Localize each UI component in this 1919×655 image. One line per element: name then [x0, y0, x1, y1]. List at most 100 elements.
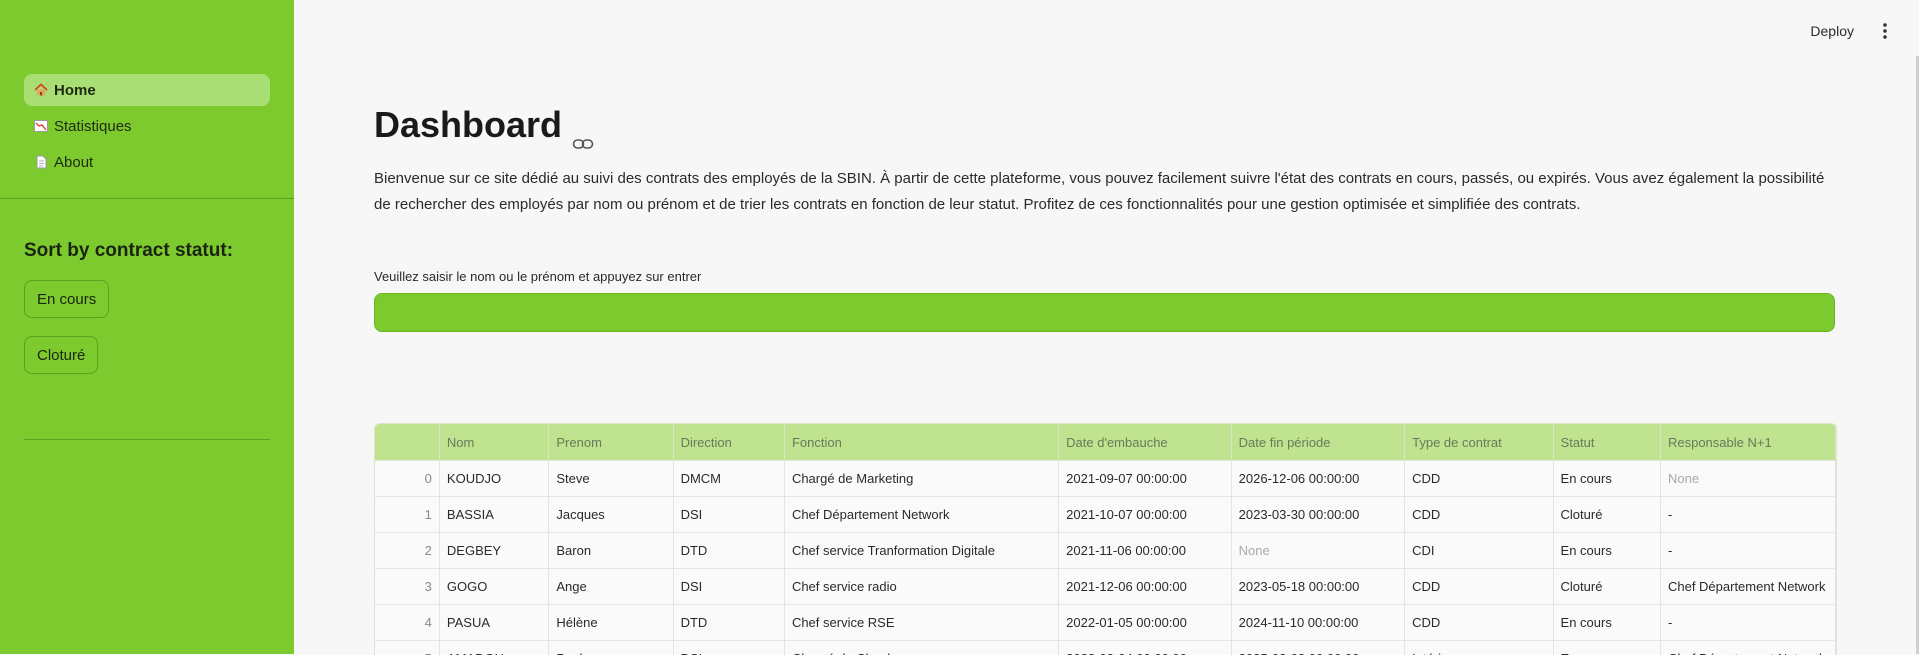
table-cell: DSI [673, 641, 784, 655]
table-cell: 2023-05-18 00:00:00 [1231, 569, 1404, 605]
page-title-text: Dashboard [374, 104, 562, 146]
table-cell: En cours [1553, 641, 1660, 655]
table-cell: DTD [673, 533, 784, 569]
table-cell: En cours [1553, 533, 1660, 569]
table-cell: DSI [673, 569, 784, 605]
table-cell: 2025-02-08 00:00:00 [1231, 641, 1404, 655]
table-cell: Chef Département Network [1660, 641, 1835, 655]
table-cell: En cours [1553, 605, 1660, 641]
row-index: 1 [375, 497, 439, 533]
table-cell: None [1231, 533, 1404, 569]
table-cell: CDD [1405, 605, 1553, 641]
table-cell: Cloturé [1553, 497, 1660, 533]
row-index: 5 [375, 641, 439, 655]
sidebar-divider [24, 439, 270, 440]
table-cell: 2021-09-07 00:00:00 [1059, 461, 1231, 497]
table-cell: AMADOU [439, 641, 548, 655]
table-cell: CDI [1405, 533, 1553, 569]
column-header[interactable]: Prenom [549, 424, 673, 461]
column-header[interactable]: Fonction [784, 424, 1058, 461]
table-cell: Hélène [549, 605, 673, 641]
table-cell: KOUDJO [439, 461, 548, 497]
sort-en-cours-button[interactable]: En cours [24, 280, 109, 318]
column-header[interactable]: Nom [439, 424, 548, 461]
column-header[interactable]: Type de contrat [1405, 424, 1553, 461]
column-header[interactable] [375, 424, 439, 461]
table-cell: 2022-02-04 00:00:00 [1059, 641, 1231, 655]
sidebar-item-statistiques[interactable]: Statistiques [24, 110, 270, 142]
search-input[interactable] [374, 293, 1835, 332]
table-cell: 2023-03-30 00:00:00 [1231, 497, 1404, 533]
intro-text: Bienvenue sur ce site dédié au suivi des… [374, 166, 1834, 218]
table-cell: CDD [1405, 461, 1553, 497]
table-row[interactable]: 5AMADOUPaulDSIChargé de Cloud2022-02-04 … [375, 641, 1836, 655]
search-label: Veuillez saisir le nom ou le prénom et a… [374, 269, 701, 284]
table-cell: Jacques [549, 497, 673, 533]
table-cell: PASUA [439, 605, 548, 641]
sidebar-item-label: About [54, 154, 93, 171]
table-cell: DTD [673, 605, 784, 641]
table-row[interactable]: 4PASUAHélèneDTDChef service RSE2022-01-0… [375, 605, 1836, 641]
table-cell: Chargé de Marketing [784, 461, 1058, 497]
table-cell: - [1660, 497, 1835, 533]
table-row[interactable]: 1BASSIAJacquesDSIChef Département Networ… [375, 497, 1836, 533]
column-header[interactable]: Date d'embauche [1059, 424, 1231, 461]
sidebar-item-label: Home [54, 82, 96, 99]
sort-title: Sort by contract statut: [24, 240, 233, 262]
table-cell: CDD [1405, 497, 1553, 533]
chart-icon [34, 119, 48, 133]
table-cell: Chef service RSE [784, 605, 1058, 641]
column-header[interactable]: Responsable N+1 [1660, 424, 1835, 461]
table-cell: 2024-11-10 00:00:00 [1231, 605, 1404, 641]
row-index: 4 [375, 605, 439, 641]
table-cell: En cours [1553, 461, 1660, 497]
column-header[interactable]: Date fin période [1231, 424, 1404, 461]
link-icon[interactable] [572, 118, 594, 132]
table-cell: Cloturé [1553, 569, 1660, 605]
table-row[interactable]: 0KOUDJOSteveDMCMChargé de Marketing2021-… [375, 461, 1836, 497]
sidebar: Home Statistiques About Sort by contract… [0, 0, 294, 654]
sidebar-divider [0, 198, 294, 199]
table-row[interactable]: 3GOGOAngeDSIChef service radio2021-12-06… [375, 569, 1836, 605]
table-cell: - [1660, 605, 1835, 641]
table-cell: DEGBEY [439, 533, 548, 569]
table-cell: Chef service radio [784, 569, 1058, 605]
sidebar-nav: Home Statistiques About [24, 74, 270, 182]
table-row[interactable]: 2DEGBEYBaronDTDChef service Tranformatio… [375, 533, 1836, 569]
table-cell: Paul [549, 641, 673, 655]
table-header-row: NomPrenomDirectionFonctionDate d'embauch… [375, 424, 1836, 461]
table-cell: Steve [549, 461, 673, 497]
table-cell: Ange [549, 569, 673, 605]
table-cell: None [1660, 461, 1835, 497]
table-body: 0KOUDJOSteveDMCMChargé de Marketing2021-… [375, 461, 1836, 655]
table-cell: CDD [1405, 569, 1553, 605]
table-cell: Intérim [1405, 641, 1553, 655]
sidebar-item-about[interactable]: About [24, 146, 270, 178]
table-cell: DMCM [673, 461, 784, 497]
table-cell: 2021-12-06 00:00:00 [1059, 569, 1231, 605]
column-header[interactable]: Statut [1553, 424, 1660, 461]
contracts-table: NomPrenomDirectionFonctionDate d'embauch… [374, 423, 1837, 655]
sidebar-item-home[interactable]: Home [24, 74, 270, 106]
table-cell: Baron [549, 533, 673, 569]
sidebar-item-label: Statistiques [54, 118, 132, 135]
house-icon [34, 83, 48, 97]
table-cell: Chef service Tranformation Digitale [784, 533, 1058, 569]
table-cell: 2026-12-06 00:00:00 [1231, 461, 1404, 497]
row-index: 3 [375, 569, 439, 605]
row-index: 0 [375, 461, 439, 497]
table-cell: BASSIA [439, 497, 548, 533]
table-cell: GOGO [439, 569, 548, 605]
deploy-button[interactable]: Deploy [1810, 23, 1854, 39]
table-cell: 2022-01-05 00:00:00 [1059, 605, 1231, 641]
table-cell: Chef Département Network [784, 497, 1058, 533]
table-cell: 2021-10-07 00:00:00 [1059, 497, 1231, 533]
data-table: NomPrenomDirectionFonctionDate d'embauch… [375, 424, 1836, 655]
sort-cloture-button[interactable]: Cloturé [24, 336, 98, 374]
column-header[interactable]: Direction [673, 424, 784, 461]
page-title: Dashboard [374, 104, 594, 146]
row-index: 2 [375, 533, 439, 569]
vertical-dots-icon[interactable] [1881, 22, 1889, 40]
table-cell: - [1660, 533, 1835, 569]
table-cell: Chef Département Network [1660, 569, 1835, 605]
